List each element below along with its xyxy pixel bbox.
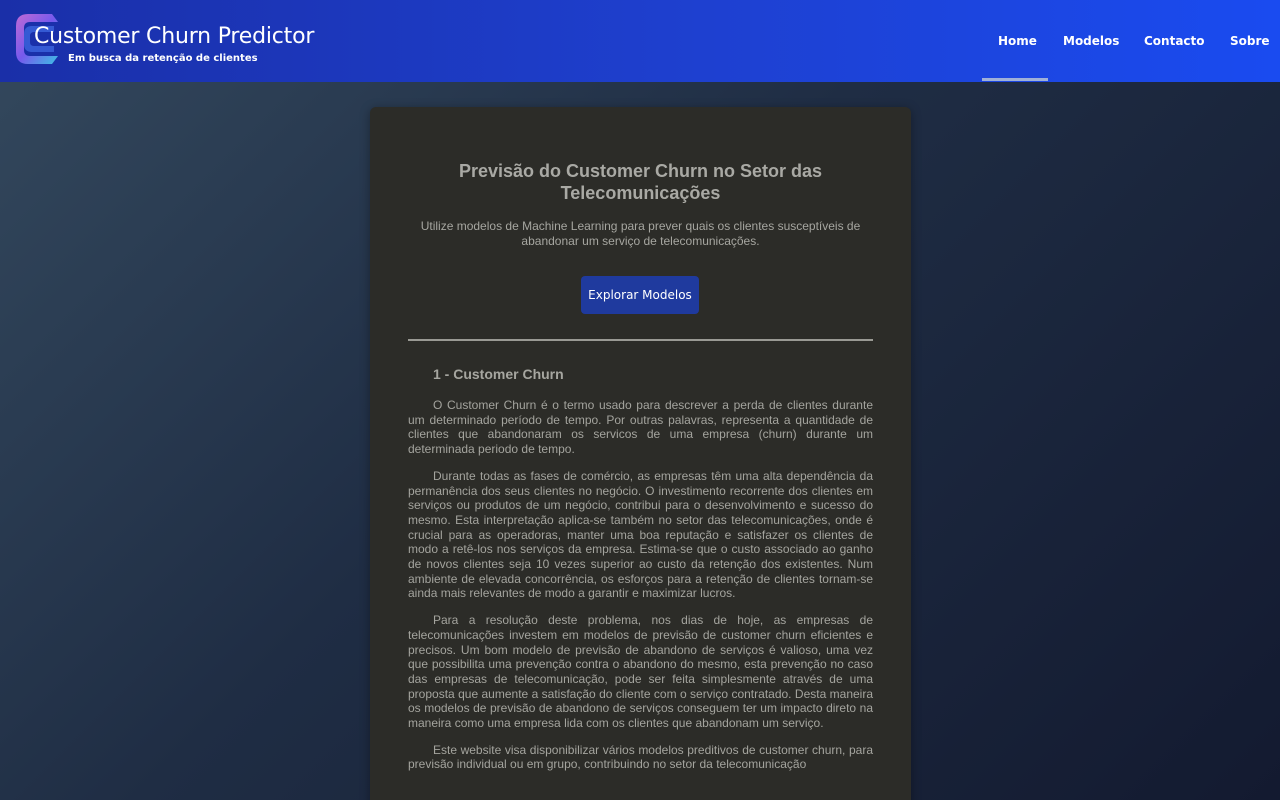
article-paragraph: Este website visa disponibilizar vários … (408, 742, 873, 772)
brand-logo-link[interactable]: Customer Churn Predictor Em busca da ret… (14, 12, 314, 68)
brand-subtitle: Em busca da retenção de clientes (68, 53, 258, 64)
content-card: Previsão do Customer Churn no Setor das … (370, 107, 911, 800)
brand-title: Customer Churn Predictor (34, 24, 315, 49)
article-paragraph: O Customer Churn é o termo usado para de… (408, 398, 873, 457)
nav-modelos-link[interactable]: Modelos (1063, 34, 1119, 48)
intro-text: Utilize modelos de Machine Learning para… (420, 219, 861, 248)
article-body: O Customer Churn é o termo usado para de… (408, 398, 873, 784)
section-title: 1 - Customer Churn (433, 366, 564, 382)
active-nav-indicator (982, 78, 1048, 81)
nav-sobre-link[interactable]: Sobre (1230, 34, 1270, 48)
top-navbar: Customer Churn Predictor Em busca da ret… (0, 0, 1280, 82)
page-title: Previsão do Customer Churn no Setor das … (458, 161, 823, 203)
nav-contacto-link[interactable]: Contacto (1144, 34, 1205, 48)
article-paragraph: Para a resolução deste problema, nos dia… (408, 613, 873, 731)
nav-home-link[interactable]: Home (998, 34, 1037, 48)
section-divider (408, 339, 873, 341)
explore-models-button[interactable]: Explorar Modelos (581, 276, 699, 314)
article-paragraph: Durante todas as fases de comércio, as e… (408, 468, 873, 601)
